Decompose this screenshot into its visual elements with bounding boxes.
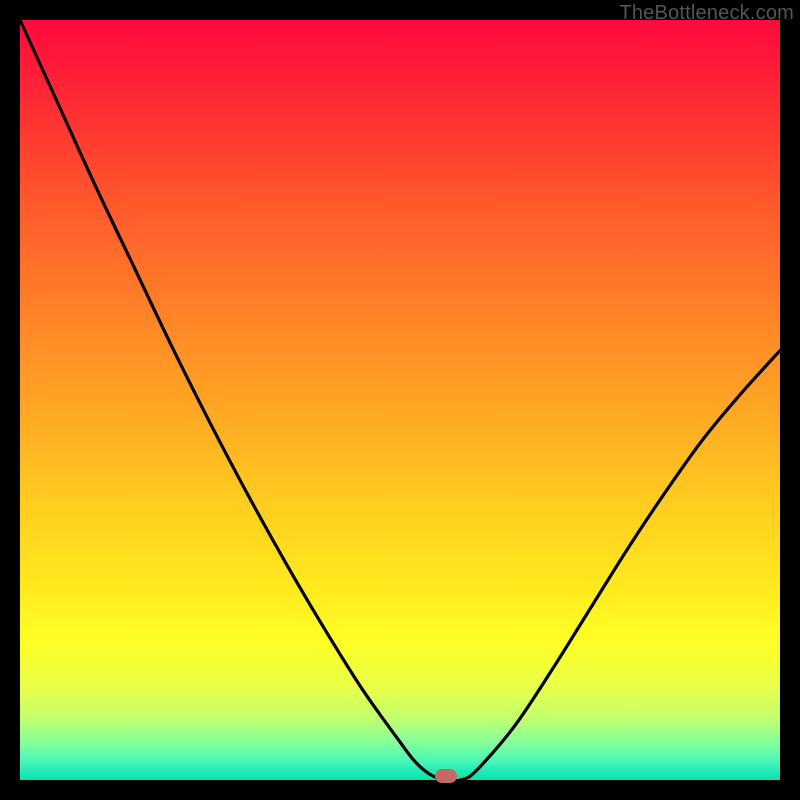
watermark-label: TheBottleneck.com xyxy=(619,2,794,25)
bottleneck-curve xyxy=(20,20,780,780)
chart-frame: TheBottleneck.com xyxy=(0,0,800,800)
optimal-point-marker xyxy=(435,769,457,783)
